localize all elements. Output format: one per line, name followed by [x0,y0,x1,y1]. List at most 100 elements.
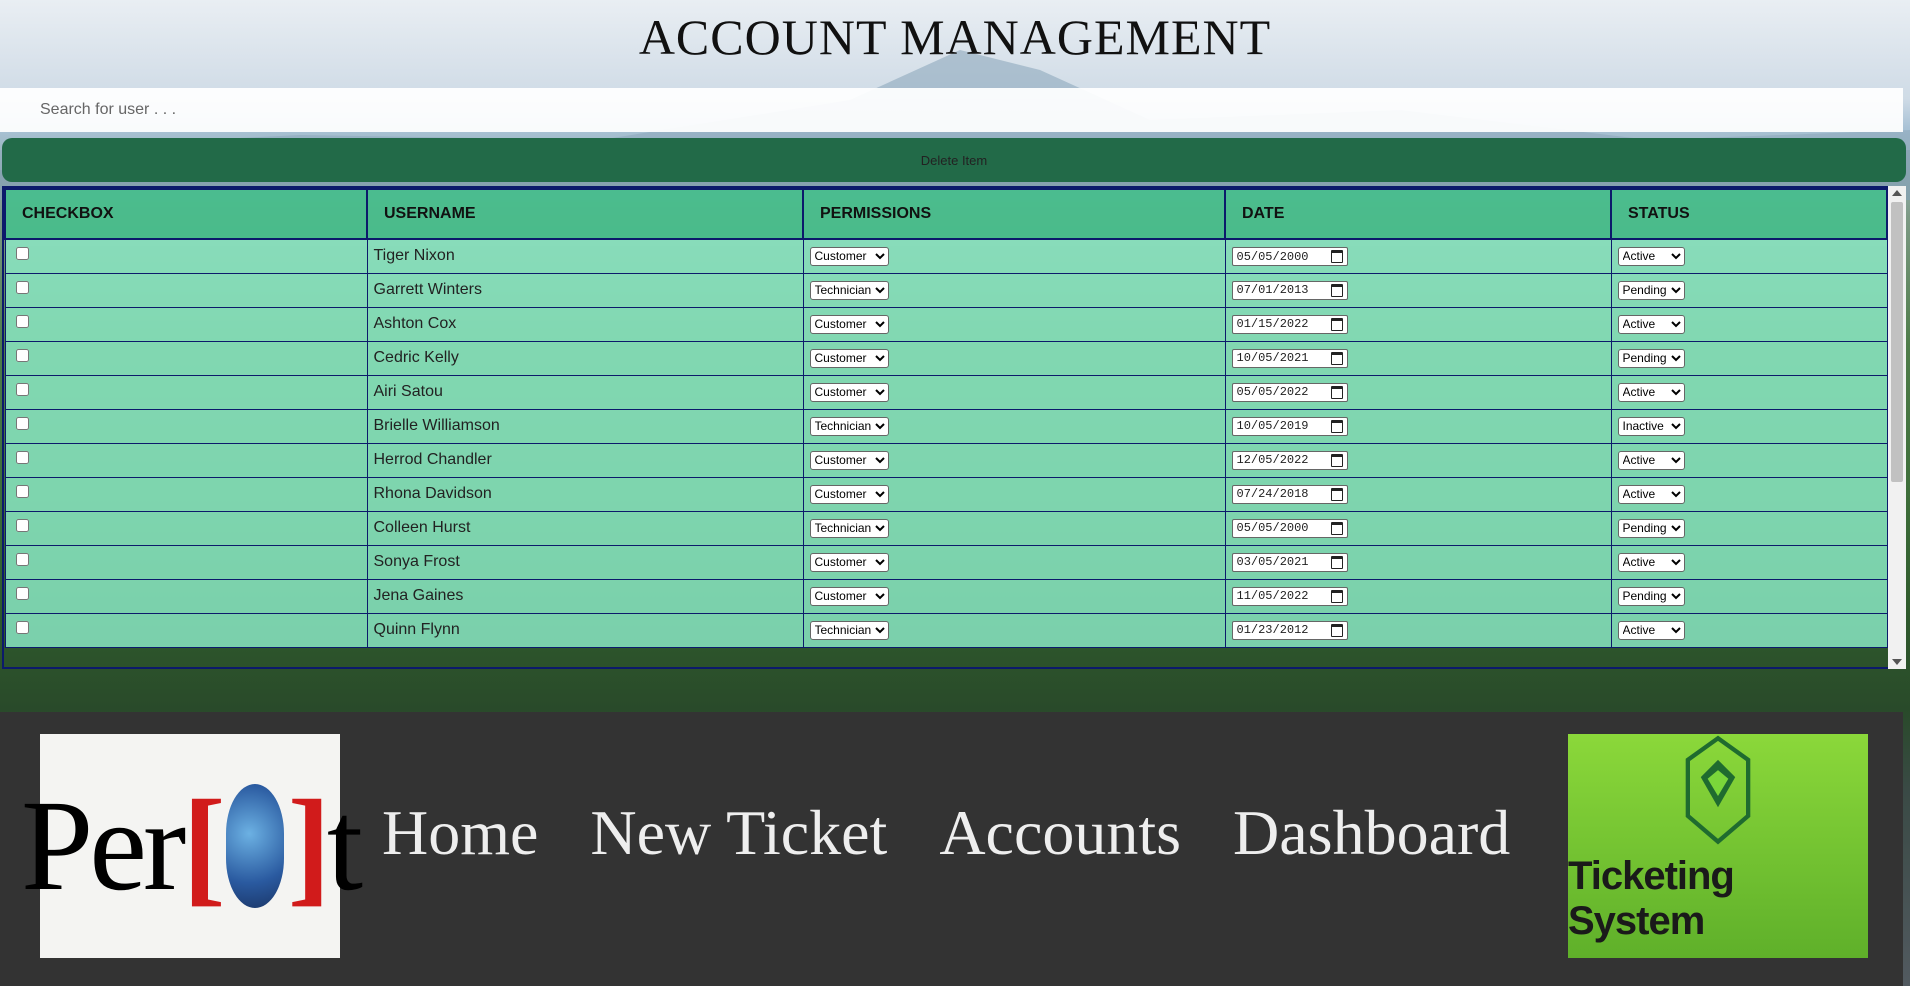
date-input[interactable]: 11/05/2022 [1231,586,1348,606]
date-input[interactable]: 01/23/2012 [1231,620,1348,640]
row-checkbox[interactable] [15,417,29,430]
calendar-icon[interactable] [1330,385,1343,399]
username-cell: Rhona Davidson [366,476,804,512]
delete-item-button[interactable]: Delete Item [2,138,1906,182]
row-checkbox[interactable] [15,247,29,261]
date-cell: 05/05/2022 [1224,374,1612,410]
status-cell: ActivePendingInactive [1610,442,1888,478]
username-cell: Quinn Flynn [366,612,804,648]
date-input[interactable]: 01/15/2022 [1231,314,1348,334]
permissions-cell: CustomerTechnician [802,272,1226,308]
calendar-icon[interactable] [1330,555,1343,569]
checkbox-cell [4,238,368,274]
date-value: 05/05/2000 [1236,521,1309,536]
status-cell: ActivePendingInactive [1610,510,1888,546]
permission-select[interactable]: CustomerTechnician [809,348,889,368]
calendar-icon[interactable] [1330,317,1343,331]
permission-select[interactable]: CustomerTechnician [809,314,889,334]
calendar-icon[interactable] [1330,250,1343,263]
status-select[interactable]: ActivePendingInactive [1617,450,1685,470]
status-select[interactable]: ActivePendingInactive [1617,348,1685,368]
status-select[interactable]: ActivePendingInactive [1617,518,1685,538]
status-select[interactable]: ActivePendingInactive [1617,280,1685,300]
status-select[interactable]: ActivePendingInactive [1617,484,1685,504]
date-value: 07/01/2013 [1236,283,1309,298]
row-checkbox[interactable] [15,519,29,532]
row-checkbox[interactable] [15,553,29,566]
permissions-cell: CustomerTechnician [802,578,1226,614]
date-input[interactable]: 05/05/2000 [1231,247,1348,266]
status-select[interactable]: ActivePendingInactive [1617,586,1685,606]
permission-select[interactable]: CustomerTechnician [809,484,889,504]
permission-select[interactable]: CustomerTechnician [809,586,889,606]
calendar-icon[interactable] [1330,419,1343,433]
permission-select[interactable]: CustomerTechnician [809,246,889,266]
status-cell: ActivePendingInactive [1610,306,1888,342]
row-checkbox[interactable] [15,451,29,464]
nav-accounts[interactable]: Accounts [939,796,1181,870]
checkbox-cell [4,272,368,308]
row-checkbox[interactable] [15,281,29,294]
status-cell: ActivePendingInactive [1610,612,1888,648]
calendar-icon[interactable] [1330,623,1343,637]
calendar-icon[interactable] [1330,589,1343,603]
table-scrollbar[interactable] [1888,186,1906,669]
checkbox-cell [4,578,368,614]
status-select[interactable]: ActivePendingInactive [1617,416,1685,436]
table-row: Quinn FlynnCustomerTechnician 01/23/2012 A… [4,612,1888,648]
table-row: Colleen HurstCustomerTechnician 05/05/200… [4,510,1888,546]
date-input[interactable]: 07/24/2018 [1231,484,1348,504]
table-row: Herrod ChandlerCustomerTechnician 12/05/2… [4,442,1888,478]
date-input[interactable]: 05/05/2022 [1231,382,1348,402]
checkbox-cell [4,408,368,444]
scrollbar-thumb[interactable] [1891,202,1903,482]
date-input[interactable]: 10/05/2019 [1231,416,1348,436]
permission-select[interactable]: CustomerTechnician [809,620,889,640]
date-value: 07/24/2018 [1236,487,1309,502]
status-select[interactable]: ActivePendingInactive [1617,382,1685,402]
date-input[interactable]: 05/05/2000 [1231,518,1348,538]
row-checkbox[interactable] [15,315,29,328]
date-input[interactable]: 12/05/2022 [1231,450,1348,470]
permission-select[interactable]: CustomerTechnician [809,416,889,436]
date-input[interactable]: 10/05/2021 [1231,348,1348,368]
row-checkbox[interactable] [15,587,29,600]
ticketing-system-logo[interactable]: Ticketing System [1568,734,1868,958]
nav-dashboard[interactable]: Dashboard [1233,796,1510,870]
date-input[interactable]: 03/05/2021 [1231,552,1348,572]
calendar-icon[interactable] [1330,283,1343,297]
permission-select[interactable]: CustomerTechnician [809,552,889,572]
date-value: 05/05/2022 [1236,385,1309,400]
search-input[interactable] [0,88,1903,132]
nav-new-ticket[interactable]: New Ticket [590,796,887,870]
status-select[interactable]: ActivePendingInactive [1617,246,1685,266]
row-checkbox[interactable] [15,349,29,362]
permission-select[interactable]: CustomerTechnician [809,280,889,300]
perot-logo[interactable]: Per[] t [21,734,363,958]
username-cell: Sonya Frost [366,544,804,580]
calendar-icon[interactable] [1330,521,1343,535]
table-row: Garrett WintersCustomerTechnician 07/01/2… [4,272,1888,308]
accounts-table-container: CHECKBOX USERNAME PERMISSIONS DATE STATU… [2,186,1904,669]
calendar-icon[interactable] [1330,351,1343,365]
nav-home[interactable]: Home [382,796,538,870]
row-checkbox[interactable] [15,383,29,396]
scroll-down-arrow-icon[interactable] [1892,659,1902,665]
date-cell: 10/05/2021 [1224,340,1612,376]
status-select[interactable]: ActivePendingInactive [1617,620,1685,640]
calendar-icon[interactable] [1330,487,1343,501]
permission-select[interactable]: CustomerTechnician [809,450,889,470]
date-input[interactable]: 07/01/2013 [1231,280,1348,300]
table-row: Brielle WilliamsonCustomerTechnician 10/0… [4,408,1888,444]
permission-select[interactable]: CustomerTechnician [809,382,889,402]
row-checkbox[interactable] [15,621,29,634]
scroll-up-arrow-icon[interactable] [1892,190,1902,196]
checkbox-cell [4,476,368,512]
status-select[interactable]: ActivePendingInactive [1617,314,1685,334]
status-select[interactable]: ActivePendingInactive [1617,552,1685,572]
permission-select[interactable]: CustomerTechnician [809,518,889,538]
calendar-icon[interactable] [1330,453,1343,467]
row-checkbox[interactable] [15,485,29,498]
username-cell: Brielle Williamson [366,408,804,444]
permissions-cell: CustomerTechnician [802,544,1226,580]
